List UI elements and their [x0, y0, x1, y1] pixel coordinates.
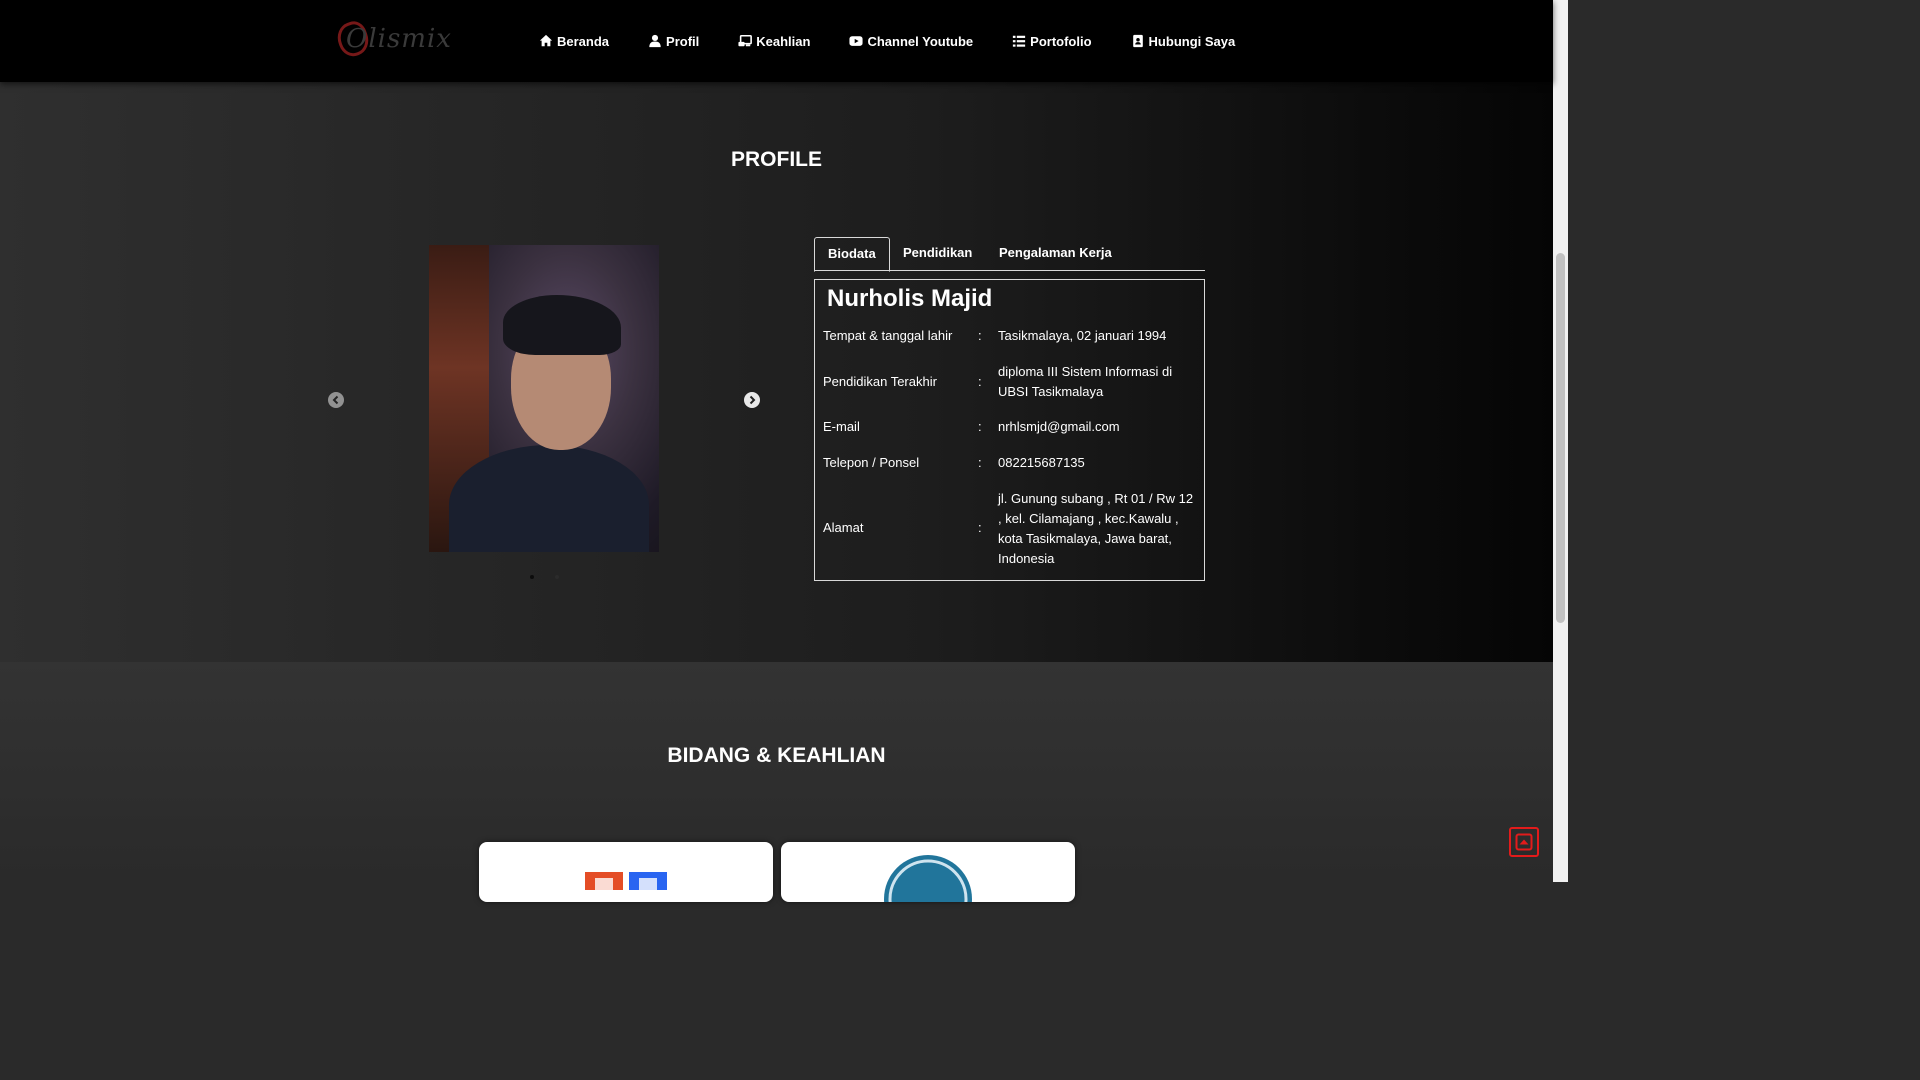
nav-menu: Beranda Profil Keahlian Channel Youtube …: [539, 31, 1235, 51]
nav-item-label: Channel Youtube: [867, 33, 974, 49]
section-title-profile: PROFILE: [730, 148, 822, 171]
home-icon: [539, 34, 553, 48]
biodata-card: Nurholis Majid Tempat & tanggal lahir : …: [814, 279, 1205, 581]
chevron-right-icon: [749, 395, 756, 405]
bio-separator: :: [978, 419, 982, 434]
nav-item-label: Portofolio: [1030, 33, 1092, 49]
nav-item-profil[interactable]: Profil: [648, 31, 699, 51]
bio-separator: :: [978, 520, 982, 535]
youtube-icon: [849, 34, 864, 48]
nav-item-portofolio[interactable]: Portofolio: [1012, 31, 1092, 51]
list-icon: [1012, 34, 1026, 48]
bio-label-birth: Tempat & tanggal lahir: [823, 328, 953, 343]
nav-item-channel-youtube[interactable]: Channel Youtube: [849, 31, 973, 51]
profile-section: PROFILE Biodata Pendidikan Pengalaman Ke…: [0, 82, 1553, 662]
bio-separator: :: [978, 374, 982, 389]
bio-label-education: Pendidikan Terakhir: [823, 374, 937, 389]
skill-card-wordpress[interactable]: [781, 842, 1075, 902]
nav-item-hubungi-saya[interactable]: Hubungi Saya: [1131, 31, 1236, 51]
page-scrollbar[interactable]: [1553, 0, 1568, 882]
skills-section: BIDANG & KEAHLIAN: [0, 662, 1553, 902]
carousel-prev-button[interactable]: [328, 392, 344, 408]
nav-item-label: Profil: [666, 33, 700, 49]
bio-value-education: diploma III Sistem Informasi di UBSI Tas…: [998, 364, 1173, 399]
bio-value-email[interactable]: nrhlsmjd@gmail.com: [998, 417, 1198, 437]
brand-logo[interactable]: Olismix: [333, 17, 451, 64]
nav-item-keahlian[interactable]: Keahlian: [738, 31, 810, 51]
wordpress-icon: [884, 855, 972, 902]
profile-photo: [429, 245, 659, 552]
back-to-top-button[interactable]: [1509, 827, 1539, 857]
tab-pendidikan[interactable]: Pendidikan: [903, 237, 972, 271]
carousel-indicator-2[interactable]: [555, 575, 559, 579]
bio-value-phone: 082215687135: [998, 455, 1085, 470]
bio-separator: :: [978, 328, 982, 343]
logo-text: Olismix: [346, 24, 452, 54]
bio-label-address: Alamat: [823, 520, 864, 535]
nav-item-label: Hubungi Saya: [1148, 33, 1236, 49]
user-icon: [648, 34, 662, 48]
tab-pengalaman-kerja[interactable]: Pengalaman Kerja: [999, 237, 1112, 271]
scrollbar-thumb[interactable]: [1556, 253, 1565, 623]
html5-css3-icon: [585, 872, 667, 890]
bio-separator: :: [978, 455, 982, 470]
caret-up-icon: [1515, 833, 1533, 851]
bio-value-address: jl. Gunung subang , Rt 01 / Rw 12 , kel.…: [998, 491, 1194, 566]
music-icon: [738, 34, 753, 48]
profile-name: Nurholis Majid: [827, 285, 993, 312]
navbar: Olismix Beranda Profil Keahlian Channel …: [0, 0, 1553, 82]
nav-item-beranda[interactable]: Beranda: [539, 31, 609, 51]
carousel-next-button[interactable]: [744, 392, 760, 408]
tab-biodata[interactable]: Biodata: [814, 237, 890, 272]
profile-tabs: Biodata Pendidikan Pengalaman Kerja: [814, 237, 1205, 272]
bio-label-email: E-mail: [823, 419, 860, 434]
chevron-left-icon: [332, 395, 339, 405]
nav-item-label: Keahlian: [756, 33, 811, 49]
contact-book-icon: [1131, 34, 1145, 48]
bio-label-phone: Telepon / Ponsel: [823, 455, 920, 470]
skill-card-html-css[interactable]: [479, 842, 773, 902]
section-title-skills: BIDANG & KEAHLIAN: [667, 744, 886, 767]
nav-item-label: Beranda: [557, 33, 610, 49]
bio-value-birth: Tasikmalaya, 02 januari 1994: [998, 328, 1167, 343]
carousel-indicator-1[interactable]: [530, 575, 534, 579]
